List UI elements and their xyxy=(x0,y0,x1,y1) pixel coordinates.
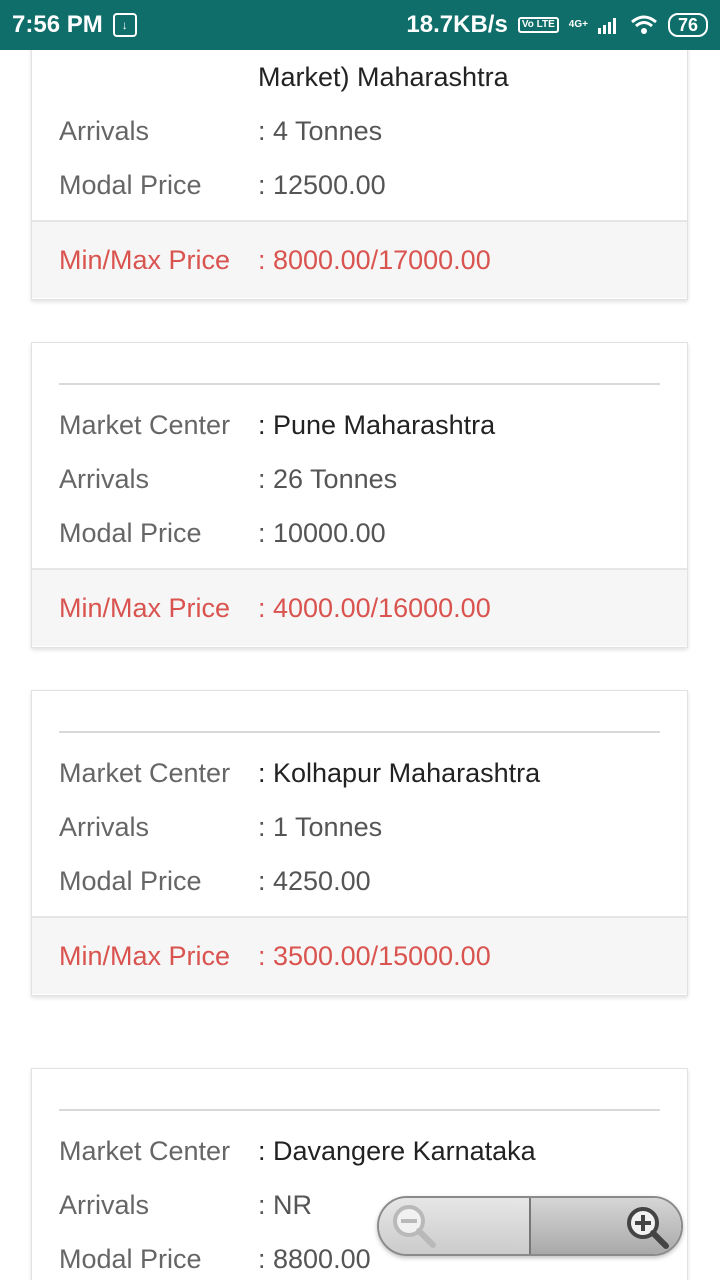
market-card: Market) Maharashtra Arrivals : 4 Tonnes … xyxy=(31,50,688,300)
market-card: Market Center : Kolhapur Maharashtra Arr… xyxy=(31,690,688,996)
market-center-label: Market Center xyxy=(59,1135,231,1166)
modal-price-value: : 12500.00 xyxy=(258,169,386,200)
wifi-icon xyxy=(631,15,657,34)
modal-price-label: Modal Price xyxy=(59,865,202,896)
network-speed: 18.7KB/s xyxy=(406,11,508,38)
arrivals-value: : NR xyxy=(258,1189,312,1220)
arrivals-label: Arrivals xyxy=(59,811,150,842)
arrivals-label: Arrivals xyxy=(59,115,150,146)
min-max-price-value: : 4000.00/16000.00 xyxy=(258,592,491,623)
modal-price-label: Modal Price xyxy=(59,169,202,200)
market-center-label: Market Center xyxy=(59,409,231,440)
modal-price-row: Modal Price : 10000.00 xyxy=(59,513,677,553)
arrivals-row: Arrivals : 26 Tonnes xyxy=(59,459,677,499)
card-divider xyxy=(59,1109,660,1111)
market-center-value: : Pune Maharashtra xyxy=(258,409,496,440)
card-divider xyxy=(59,383,660,385)
arrivals-label: Arrivals xyxy=(59,463,150,494)
modal-price-label: Modal Price xyxy=(59,517,202,548)
min-max-price-label: Min/Max Price xyxy=(59,244,231,275)
market-center-row: Market Center : Kolhapur Maharashtra xyxy=(59,753,677,793)
market-center-row: Market) Maharashtra xyxy=(59,57,677,97)
market-center-value: : Davangere Karnataka xyxy=(258,1135,536,1166)
market-center-row: Market Center : Pune Maharashtra xyxy=(59,405,677,445)
min-max-price-row: Min/Max Price : 8000.00/17000.00 xyxy=(32,220,687,298)
market-center-row: Market Center : Davangere Karnataka xyxy=(59,1131,677,1171)
market-center-value: : Kolhapur Maharashtra xyxy=(258,757,541,788)
zoom-in-button[interactable] xyxy=(531,1198,681,1254)
market-center-value: Market) Maharashtra xyxy=(258,61,509,92)
modal-price-value: : 8800.00 xyxy=(258,1243,371,1274)
market-list[interactable]: Market) Maharashtra Arrivals : 4 Tonnes … xyxy=(0,50,720,1280)
min-max-price-label: Min/Max Price xyxy=(59,940,231,971)
zoom-out-icon xyxy=(393,1205,436,1248)
market-card: Market Center : Pune Maharashtra Arrival… xyxy=(31,342,688,648)
modal-price-label: Modal Price xyxy=(59,1243,202,1274)
signal-icon xyxy=(597,18,616,34)
network-type: 4G+ xyxy=(568,19,588,30)
battery-icon: 76 xyxy=(667,13,708,37)
min-max-price-row: Min/Max Price : 3500.00/15000.00 xyxy=(32,916,687,994)
arrivals-value: : 26 Tonnes xyxy=(258,463,398,494)
min-max-price-value: : 8000.00/17000.00 xyxy=(258,244,491,275)
arrivals-row: Arrivals : 1 Tonnes xyxy=(59,807,677,847)
modal-price-row: Modal Price : 4250.00 xyxy=(59,861,677,901)
arrivals-value: : 1 Tonnes xyxy=(258,811,383,842)
zoom-out-button[interactable] xyxy=(379,1198,529,1254)
arrivals-row: Arrivals : 4 Tonnes xyxy=(59,111,677,151)
min-max-price-value: : 3500.00/15000.00 xyxy=(258,940,491,971)
modal-price-value: : 4250.00 xyxy=(258,865,371,896)
market-center-label: Market Center xyxy=(59,757,231,788)
status-time: 7:56 PM xyxy=(12,11,103,38)
volte-badge: Vo LTE xyxy=(517,17,559,33)
arrivals-label: Arrivals xyxy=(59,1189,150,1220)
modal-price-value: : 10000.00 xyxy=(258,517,386,548)
status-bar: 7:56 PM ↓ 18.7KB/s Vo LTE 4G+ 76 xyxy=(0,0,720,50)
arrivals-value: : 4 Tonnes xyxy=(258,115,383,146)
min-max-price-label: Min/Max Price xyxy=(59,592,231,623)
min-max-price-row: Min/Max Price : 4000.00/16000.00 xyxy=(32,568,687,646)
zoom-control xyxy=(377,1196,683,1256)
download-icon: ↓ xyxy=(112,13,137,37)
zoom-in-icon xyxy=(627,1207,669,1249)
modal-price-row: Modal Price : 12500.00 xyxy=(59,165,677,205)
card-divider xyxy=(59,731,660,733)
